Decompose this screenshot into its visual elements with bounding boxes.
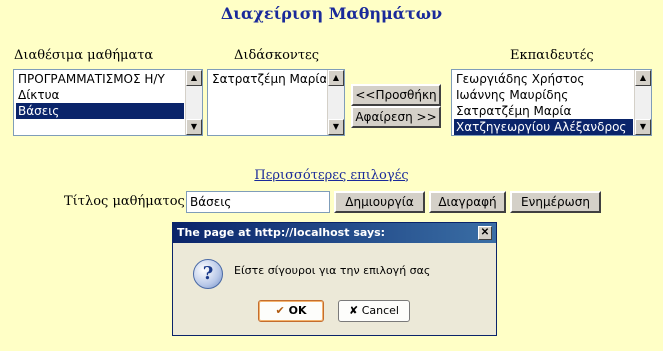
ok-button[interactable]: ✔ OK bbox=[258, 300, 324, 322]
list-item[interactable]: ΠΡΟΓΡΑΜΜΑΤΙΣΜΟΣ Η/Υ bbox=[16, 71, 184, 87]
dialog-message: Είστε σίγουροι για την επιλογή σας bbox=[234, 264, 431, 277]
scroll-up-icon[interactable]: ▲ bbox=[186, 70, 202, 86]
instructors-label: Εκπαιδευτές bbox=[510, 48, 594, 63]
course-title-input[interactable]: Βάσεις bbox=[186, 191, 330, 213]
list-item[interactable]: Σατρατζέμη Μαρία bbox=[210, 71, 326, 87]
checkmark-icon: ✔ bbox=[275, 304, 285, 317]
list-item[interactable]: Δίκτυα bbox=[16, 87, 184, 103]
scroll-up-icon[interactable]: ▲ bbox=[328, 70, 344, 86]
remove-button[interactable]: Αφαίρεση >> bbox=[351, 106, 441, 128]
available-courses-label: Διαθέσιμα μαθήματα bbox=[14, 48, 154, 63]
scroll-up-icon[interactable]: ▲ bbox=[635, 70, 651, 86]
delete-button[interactable]: Διαγραφή bbox=[429, 191, 506, 213]
list-item[interactable]: Σατρατζέμη Μαρία bbox=[454, 103, 633, 119]
scroll-down-icon[interactable]: ▼ bbox=[635, 119, 651, 135]
teachers-listbox[interactable]: Σατρατζέμη Μαρία ▲ ▼ bbox=[207, 69, 345, 136]
scrollbar[interactable]: ▲ ▼ bbox=[327, 70, 344, 135]
list-item[interactable]: Χατζηγεωργίου Αλέξανδρος bbox=[454, 119, 633, 135]
list-item[interactable]: Βάσεις bbox=[16, 103, 184, 119]
more-options-link[interactable]: Περισσότερες επιλογές bbox=[0, 168, 663, 183]
cancel-label: Cancel bbox=[361, 304, 399, 317]
cancel-button[interactable]: ✘ Cancel bbox=[338, 300, 410, 322]
instructors-listbox[interactable]: Γεωργιάδης Χρήστος Ιωάννης Μαυρίδης Σατρατ… bbox=[451, 69, 652, 136]
list-item[interactable]: Ιωάννης Μαυρίδης bbox=[454, 87, 633, 103]
list-item[interactable]: Γεωργιάδης Χρήστος bbox=[454, 71, 633, 87]
scrollbar[interactable]: ▲ ▼ bbox=[634, 70, 651, 135]
create-button[interactable]: Δημιουργία bbox=[334, 191, 425, 213]
available-courses-listbox[interactable]: ΠΡΟΓΡΑΜΜΑΤΙΣΜΟΣ Η/Υ Δίκτυα Βάσεις ▲ ▼ bbox=[13, 69, 203, 136]
scroll-down-icon[interactable]: ▼ bbox=[186, 119, 202, 135]
confirm-dialog: The page at http://localhost says: ✕ ? Ε… bbox=[172, 222, 497, 336]
dialog-title: The page at http://localhost says: bbox=[173, 223, 496, 243]
cross-icon: ✘ bbox=[349, 304, 359, 317]
course-title-label: Τίτλος μαθήματος bbox=[64, 194, 185, 209]
scrollbar[interactable]: ▲ ▼ bbox=[185, 70, 202, 135]
add-button[interactable]: <<Προσθήκη bbox=[351, 84, 441, 106]
page-title: Διαχείριση Μαθημάτων bbox=[220, 4, 443, 23]
update-button[interactable]: Ενημέρωση bbox=[510, 191, 601, 213]
ok-label: OK bbox=[288, 304, 307, 317]
scroll-down-icon[interactable]: ▼ bbox=[328, 119, 344, 135]
close-icon[interactable]: ✕ bbox=[478, 226, 492, 240]
question-icon: ? bbox=[193, 259, 223, 289]
teachers-label: Διδάσκοντες bbox=[234, 48, 320, 63]
